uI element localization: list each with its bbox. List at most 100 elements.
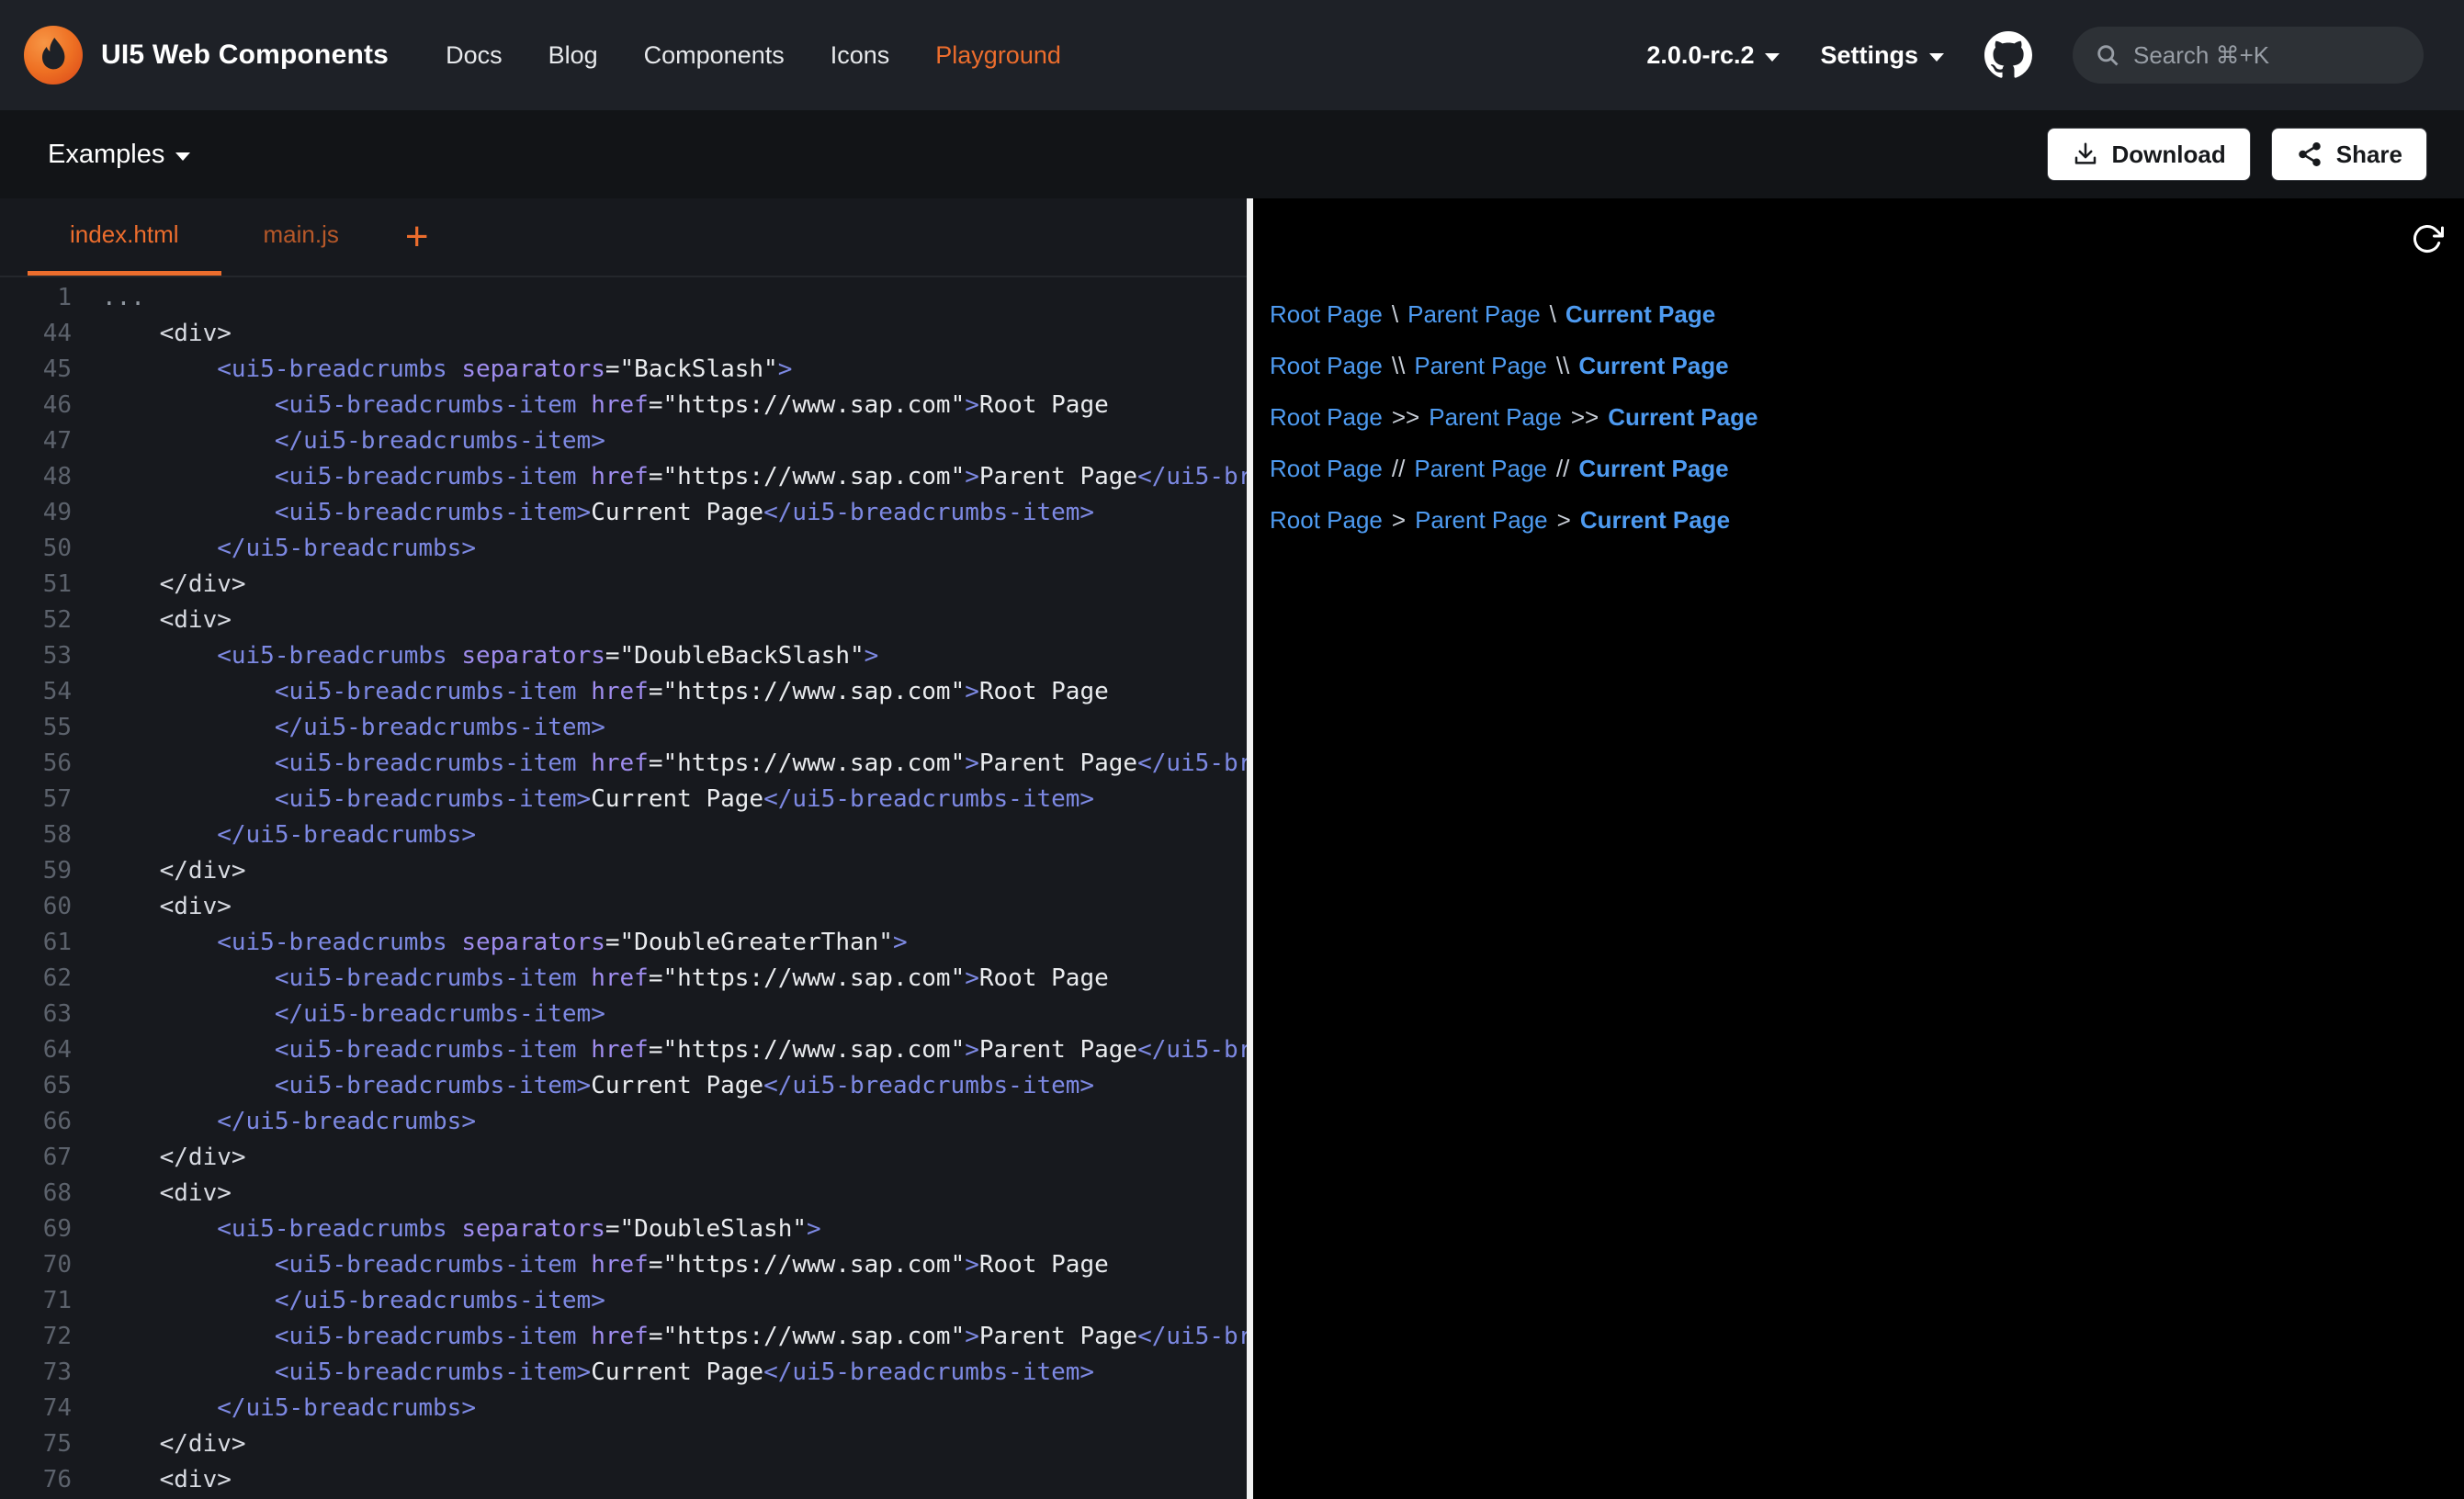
code-line: 1...	[0, 280, 1247, 316]
line-number: 69	[0, 1212, 72, 1247]
code-line: 57 <ui5-breadcrumbs-item>Current Page</u…	[0, 782, 1247, 817]
code-line: 52 <div>	[0, 603, 1247, 638]
code-line: 44 <div>	[0, 316, 1247, 352]
examples-dropdown[interactable]: Examples	[48, 140, 190, 170]
chevron-down-icon	[1929, 53, 1944, 62]
toolbar-actions: Download Share	[2047, 128, 2427, 181]
line-number: 66	[0, 1104, 72, 1140]
line-number: 71	[0, 1283, 72, 1319]
share-button[interactable]: Share	[2271, 128, 2427, 181]
line-number: 63	[0, 997, 72, 1032]
line-number: 70	[0, 1247, 72, 1283]
line-number: 56	[0, 746, 72, 782]
new-file-button[interactable]: +	[381, 198, 453, 276]
breadcrumb-link[interactable]: Root Page	[1270, 300, 1383, 329]
breadcrumb-link[interactable]: Parent Page	[1429, 403, 1562, 432]
breadcrumb-link[interactable]: Root Page	[1270, 403, 1383, 432]
line-number: 72	[0, 1319, 72, 1355]
preview-panel: Root Page\Parent Page\Current PageRoot P…	[1253, 198, 2464, 1499]
code-line: 69 <ui5-breadcrumbs separators="DoubleSl…	[0, 1212, 1247, 1247]
code-line: 67 </div>	[0, 1140, 1247, 1176]
code-line: 72 <ui5-breadcrumbs-item href="https://w…	[0, 1319, 1247, 1355]
breadcrumb-separator: >>	[1571, 403, 1599, 432]
line-number: 64	[0, 1032, 72, 1068]
download-button[interactable]: Download	[2047, 128, 2251, 181]
code-area[interactable]: 1...44 <div>45 <ui5-breadcrumbs separato…	[0, 277, 1247, 1499]
code-line: 68 <div>	[0, 1176, 1247, 1212]
code-line: 75 </div>	[0, 1426, 1247, 1462]
breadcrumb-current: Current Page	[1578, 455, 1728, 483]
breadcrumb-link[interactable]: Parent Page	[1414, 352, 1547, 380]
version-dropdown[interactable]: 2.0.0-rc.2	[1646, 41, 1780, 70]
ui5-logo-icon	[24, 26, 83, 85]
breadcrumb-current: Current Page	[1578, 352, 1728, 380]
download-icon	[2072, 141, 2099, 168]
line-number: 75	[0, 1426, 72, 1462]
tab-index.html[interactable]: index.html	[28, 198, 221, 276]
code-line: 56 <ui5-breadcrumbs-item href="https://w…	[0, 746, 1247, 782]
line-number: 61	[0, 925, 72, 961]
github-icon[interactable]	[1984, 31, 2032, 79]
breadcrumb-separator: \\	[1556, 352, 1569, 380]
search-input[interactable]	[2133, 41, 2402, 70]
line-number: 45	[0, 352, 72, 388]
breadcrumb-current: Current Page	[1580, 506, 1730, 535]
code-line: 50 </ui5-breadcrumbs>	[0, 531, 1247, 567]
line-number: 73	[0, 1355, 72, 1391]
refresh-icon[interactable]	[2411, 222, 2444, 260]
brand[interactable]: UI5 Web Components	[24, 26, 389, 85]
nav-link-docs[interactable]: Docs	[446, 41, 503, 70]
nav-link-playground[interactable]: Playground	[935, 41, 1061, 70]
share-icon	[2296, 141, 2323, 168]
breadcrumb-link[interactable]: Parent Page	[1415, 506, 1548, 535]
settings-dropdown[interactable]: Settings	[1820, 41, 1944, 70]
panel-resizer[interactable]	[1247, 198, 1253, 1499]
settings-label: Settings	[1820, 41, 1918, 70]
nav-link-blog[interactable]: Blog	[548, 41, 598, 70]
line-number: 68	[0, 1176, 72, 1212]
breadcrumb-separator: //	[1392, 455, 1405, 483]
code-line: 49 <ui5-breadcrumbs-item>Current Page</u…	[0, 495, 1247, 531]
breadcrumb-separator: //	[1556, 455, 1569, 483]
line-number: 50	[0, 531, 72, 567]
breadcrumb-link[interactable]: Root Page	[1270, 506, 1383, 535]
line-number: 74	[0, 1391, 72, 1426]
line-number: 65	[0, 1068, 72, 1104]
line-number: 59	[0, 853, 72, 889]
brand-title[interactable]: UI5 Web Components	[101, 39, 389, 71]
code-line: 71 </ui5-breadcrumbs-item>	[0, 1283, 1247, 1319]
code-line: 46 <ui5-breadcrumbs-item href="https://w…	[0, 388, 1247, 423]
breadcrumb-link[interactable]: Root Page	[1270, 352, 1383, 380]
examples-label: Examples	[48, 140, 164, 170]
navbar-right: 2.0.0-rc.2 Settings	[1646, 27, 2424, 84]
main-nav: Docs Blog Components Icons Playground	[446, 41, 1061, 70]
breadcrumb-separator: \	[1550, 300, 1556, 329]
line-number: 44	[0, 316, 72, 352]
code-line: 74 </ui5-breadcrumbs>	[0, 1391, 1247, 1426]
breadcrumb-link[interactable]: Root Page	[1270, 455, 1383, 483]
line-number: 53	[0, 638, 72, 674]
line-number: 52	[0, 603, 72, 638]
search-icon	[2095, 42, 2120, 68]
code-line: 61 <ui5-breadcrumbs separators="DoubleGr…	[0, 925, 1247, 961]
editor-tabbar: index.htmlmain.js +	[0, 198, 1247, 277]
breadcrumb-separator: \\	[1392, 352, 1405, 380]
download-label: Download	[2112, 141, 2226, 169]
chevron-down-icon	[1765, 53, 1780, 62]
editor-tabs: index.htmlmain.js	[28, 198, 381, 276]
tab-main.js[interactable]: main.js	[221, 198, 381, 276]
nav-link-icons[interactable]: Icons	[831, 41, 890, 70]
breadcrumb-link[interactable]: Parent Page	[1414, 455, 1547, 483]
line-number: 46	[0, 388, 72, 423]
line-number: 49	[0, 495, 72, 531]
line-number: 54	[0, 674, 72, 710]
nav-link-components[interactable]: Components	[644, 41, 785, 70]
code-line: 76 <div>	[0, 1462, 1247, 1498]
breadcrumbs-preview: Root Page\Parent Page\Current PageRoot P…	[1270, 288, 2464, 546]
code-line: 54 <ui5-breadcrumbs-item href="https://w…	[0, 674, 1247, 710]
breadcrumb-link[interactable]: Parent Page	[1407, 300, 1541, 329]
search-box[interactable]	[2073, 27, 2424, 84]
line-number: 76	[0, 1462, 72, 1498]
code-line: 63 </ui5-breadcrumbs-item>	[0, 997, 1247, 1032]
breadcrumb-row: Root Page>>Parent Page>>Current Page	[1270, 391, 2464, 443]
